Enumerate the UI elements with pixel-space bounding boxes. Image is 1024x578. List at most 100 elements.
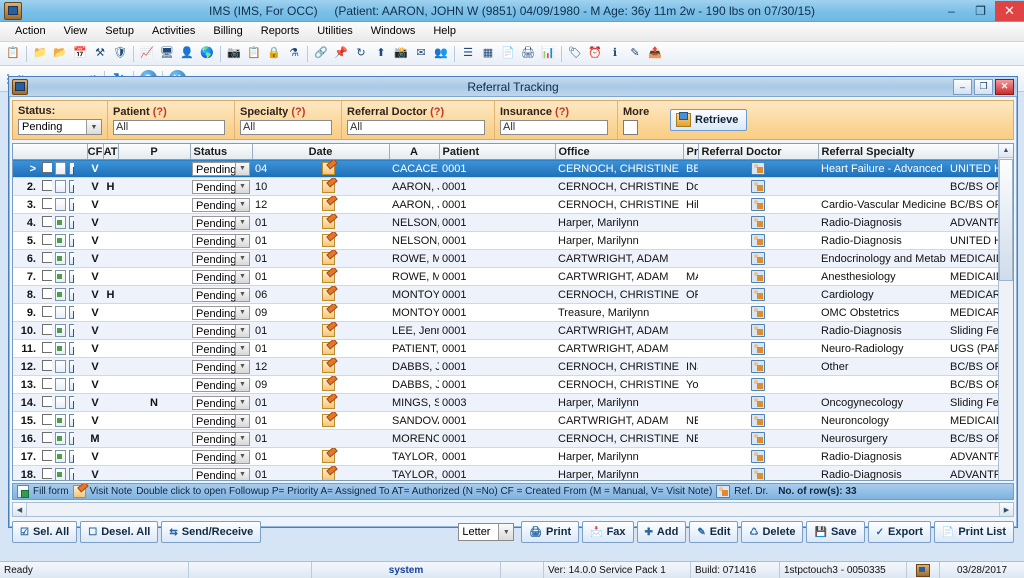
select-all-button[interactable]: ☑ Sel. All [12,521,78,543]
row-document-cell[interactable] [52,249,74,268]
fill-form-icon[interactable] [69,341,74,355]
menu-item-action[interactable]: Action [6,22,55,41]
visit-note-icon[interactable] [321,449,335,463]
visit-note-icon[interactable] [321,215,335,229]
status-dropdown[interactable]: Pending ▼ [192,449,250,464]
document-icon[interactable] [55,359,66,373]
document-icon[interactable] [55,215,66,229]
column-header-status[interactable]: Status [190,144,253,160]
chevron-down-icon[interactable]: ▼ [235,432,249,445]
prescription-icon[interactable]: ⚒ [91,44,109,63]
row-document-cell[interactable] [52,447,74,466]
row-document-cell[interactable] [52,195,74,214]
grid-vertical-scrollbar[interactable]: ▲ [998,144,1013,480]
row-document-cell[interactable] [52,357,74,376]
cell-referral-doctor-icon[interactable] [698,357,818,376]
table-row[interactable]: 11. V Pending▼01/13/09 PATIENT, Jorge (168… [13,339,1013,358]
cell-visit-note[interactable] [267,213,389,232]
menu-item-help[interactable]: Help [424,22,465,41]
row-checkbox-cell[interactable] [39,321,52,340]
document-icon[interactable] [55,341,66,355]
row-document-cell[interactable] [52,159,74,178]
row-document-cell[interactable] [52,303,74,322]
cell-referral-doctor-icon[interactable] [698,321,818,340]
referring-doctor-icon[interactable] [751,287,765,301]
table-row[interactable]: 8. VH Pending▼06/17/09 MONTOYA, Jennet (17… [13,285,1013,304]
document-icon[interactable] [55,377,66,391]
export-icon[interactable]: 📤 [646,44,664,63]
cell-referral-doctor-icon[interactable] [698,339,818,358]
list-icon[interactable]: ☰ [459,44,477,63]
cell-referral-doctor-icon[interactable] [698,447,818,466]
chevron-down-icon[interactable]: ▼ [235,396,249,409]
add-button[interactable]: ✚ Add [636,521,687,543]
row-checkbox[interactable] [42,234,52,245]
flask-icon[interactable]: ⚗ [285,44,303,63]
status-dropdown[interactable]: Pending ▼ [192,305,250,320]
fill-form-icon[interactable] [69,251,74,265]
visit-note-icon[interactable] [321,251,335,265]
cell-visit-note[interactable] [267,429,389,448]
status-dropdown[interactable]: Pending ▼ [192,377,250,392]
letter-select[interactable]: Letter ▼ [458,523,515,541]
column-header-provider[interactable]: Provider [683,144,699,160]
row-checkbox[interactable] [42,198,52,209]
referring-doctor-icon[interactable] [751,359,765,373]
cell-visit-note[interactable] [267,321,389,340]
status-dropdown[interactable]: Pending ▼ [192,359,250,374]
menu-item-utilities[interactable]: Utilities [308,22,361,41]
fill-form-icon[interactable] [69,179,74,193]
specialty-input[interactable] [240,119,332,135]
chevron-down-icon[interactable]: ▼ [235,270,249,283]
row-checkbox[interactable] [42,288,52,299]
table-row[interactable]: 12. V Pending▼12/24/14 DABBS, JORGE (8570)… [13,357,1013,376]
tag-icon[interactable]: 🏷 [566,44,584,63]
referral-doctor-filter-hint[interactable]: (?) [430,106,444,118]
row-checkbox[interactable] [42,216,52,227]
table-row[interactable]: 4. V Pending▼01/21/09 NELSON, Jorge (17521… [13,213,1013,232]
table-row[interactable]: > V Pending▼04/05/13 CACACE, BRIAN (120)00… [13,159,1013,178]
menu-item-windows[interactable]: Windows [362,22,425,41]
cell-status[interactable]: Pending ▼ [190,303,252,322]
row-checkbox[interactable] [42,324,52,335]
cell-visit-note[interactable] [267,447,389,466]
referring-doctor-icon[interactable] [751,161,765,175]
fill-form-icon[interactable] [69,377,74,391]
cell-status[interactable]: Pending ▼ [190,339,252,358]
table-row[interactable]: 14. VNPending▼01/22/09 MINGS, Surgon (174… [13,393,1013,412]
cell-status[interactable]: Pending ▼ [190,429,252,448]
visit-note-icon[interactable] [321,287,335,301]
printer-icon[interactable]: 🖨 [519,44,537,63]
cell-visit-note[interactable] [267,393,389,412]
status-dropdown[interactable]: Pending ▼ [192,395,250,410]
fill-form-icon[interactable] [69,197,74,211]
cell-referral-doctor-icon[interactable] [698,375,818,394]
cell-visit-note[interactable] [267,249,389,268]
visit-note-icon[interactable] [321,341,335,355]
fill-form-icon[interactable] [69,449,74,463]
document-icon[interactable] [55,431,66,445]
fill-form-icon[interactable] [69,431,74,445]
hscroll-track[interactable] [27,503,999,516]
cell-status[interactable]: Pending ▼ [190,159,252,178]
pencil-icon[interactable]: ✎ [626,44,644,63]
cell-referral-doctor-icon[interactable] [698,249,818,268]
calendar-icon[interactable]: 📅 [71,44,89,63]
document-icon[interactable] [55,305,66,319]
chevron-down-icon[interactable]: ▼ [235,324,249,337]
status-dropdown[interactable]: Pending ▼ [192,413,250,428]
folder-icon[interactable]: 📁 [31,44,49,63]
document-icon[interactable] [55,395,66,409]
table-row[interactable]: 16. M Pending▼01/12/09 MORENO, Jennet (148… [13,429,1013,448]
chevron-down-icon[interactable]: ▼ [498,524,514,540]
chevron-down-icon[interactable]: ▼ [235,414,249,427]
chevron-down-icon[interactable]: ▼ [235,252,249,265]
table-row[interactable]: 17. V Pending▼01/14/09 TAYLOR, Jorge (1371… [13,447,1013,466]
cell-status[interactable]: Pending ▼ [190,267,252,286]
fill-form-icon[interactable] [69,287,74,301]
table-row[interactable]: 10. V Pending▼01/22/09 LEE, Jennet (16052)… [13,321,1013,340]
chevron-down-icon[interactable]: ▼ [235,162,249,175]
row-checkbox-cell[interactable] [39,249,52,268]
row-document-cell[interactable] [52,339,74,358]
fill-form-icon[interactable] [69,467,74,480]
